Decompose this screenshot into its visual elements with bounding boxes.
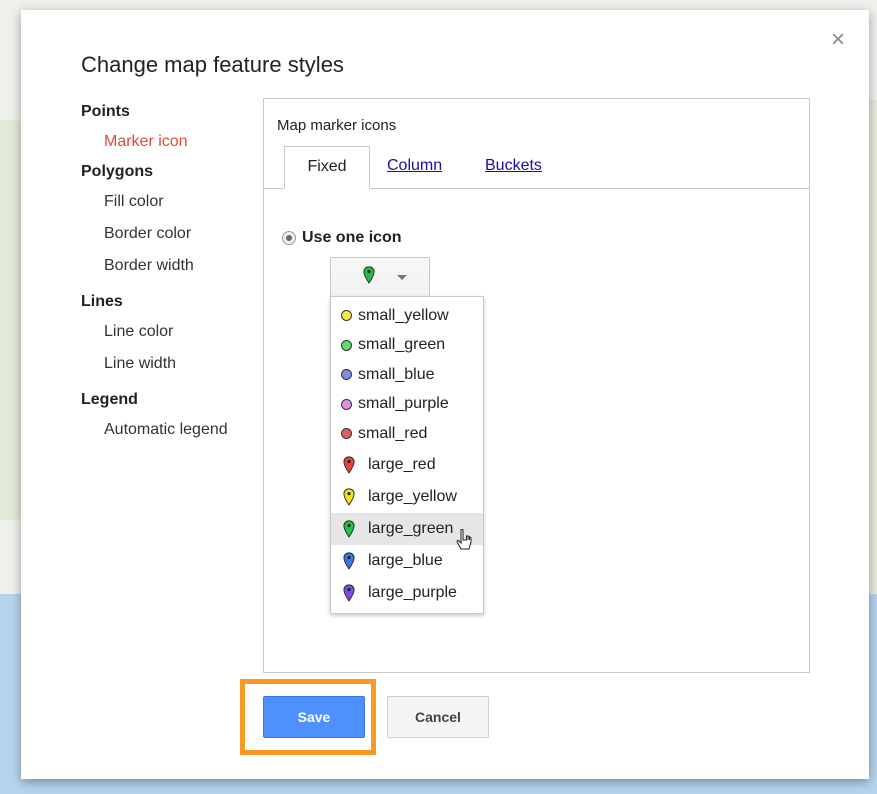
save-button[interactable]: Save — [263, 696, 365, 738]
map-pin-icon — [341, 519, 357, 538]
icon-option-label: small_blue — [358, 365, 435, 383]
marker-icon-select[interactable] — [330, 257, 430, 297]
small-dot-icon — [341, 398, 352, 410]
nav-item-marker-icon[interactable]: Marker icon — [81, 126, 261, 158]
map-pin-icon — [341, 455, 357, 474]
icon-option-small-purple[interactable]: small_purple — [331, 390, 483, 420]
map-pin-icon — [341, 583, 357, 602]
map-pin-icon — [341, 551, 357, 570]
icon-option-large-purple[interactable]: large_purple — [331, 577, 483, 609]
marker-icons-panel: Map marker icons Fixed Column Buckets Us… — [263, 98, 810, 673]
cancel-button[interactable]: Cancel — [387, 696, 489, 738]
icon-option-label: large_yellow — [368, 487, 457, 505]
tab-buckets[interactable]: Buckets — [485, 146, 542, 188]
nav-item-border-width[interactable]: Border width — [81, 250, 261, 282]
small-dot-icon — [341, 369, 352, 381]
mouse-cursor-icon — [456, 529, 472, 550]
icon-option-large-red[interactable]: large_red — [331, 449, 483, 481]
nav-group-points: Points — [81, 103, 130, 120]
icon-option-small-green[interactable]: small_green — [331, 331, 483, 361]
style-category-nav: Points Marker icon Polygons Fill color B… — [81, 98, 261, 446]
map-pin-icon — [341, 487, 357, 506]
panel-heading: Map marker icons — [277, 117, 397, 134]
icon-option-label: small_purple — [358, 395, 449, 413]
marker-icon-dropdown: small_yellow small_green small_blue small_p… — [330, 296, 484, 614]
use-one-icon-radio[interactable] — [282, 231, 296, 245]
small-dot-icon — [341, 310, 352, 322]
selected-pin-icon — [363, 265, 375, 289]
nav-item-line-width[interactable]: Line width — [81, 348, 261, 380]
use-one-icon-option[interactable]: Use one icon — [282, 229, 402, 247]
icon-option-label: large_purple — [368, 583, 457, 601]
nav-item-border-color[interactable]: Border color — [81, 218, 261, 250]
nav-item-automatic-legend[interactable]: Automatic legend — [81, 414, 261, 446]
dialog-title: Change map feature styles — [81, 52, 344, 77]
small-dot-icon — [341, 428, 352, 440]
close-icon[interactable]: × — [831, 28, 845, 52]
icon-option-label: large_green — [368, 519, 454, 537]
tab-column[interactable]: Column — [387, 146, 442, 188]
icon-option-small-red[interactable]: small_red — [331, 419, 483, 449]
icon-option-label: large_blue — [368, 551, 443, 569]
change-map-feature-styles-dialog: × Change map feature styles Points Marke… — [21, 10, 869, 779]
icon-option-label: small_green — [358, 336, 446, 354]
nav-item-fill-color[interactable]: Fill color — [81, 186, 261, 218]
tab-bar: Fixed Column Buckets — [264, 146, 809, 189]
icon-option-label: small_yellow — [358, 306, 449, 324]
tab-fixed[interactable]: Fixed — [284, 146, 370, 189]
icon-option-small-blue[interactable]: small_blue — [331, 360, 483, 390]
icon-option-small-yellow[interactable]: small_yellow — [331, 301, 483, 331]
nav-group-legend: Legend — [81, 391, 138, 408]
nav-group-lines: Lines — [81, 293, 123, 310]
nav-item-line-color[interactable]: Line color — [81, 316, 261, 348]
use-one-icon-label: Use one icon — [302, 229, 402, 246]
chevron-down-icon — [397, 274, 407, 280]
icon-option-label: small_red — [358, 424, 428, 442]
small-dot-icon — [341, 339, 352, 351]
icon-option-large-yellow[interactable]: large_yellow — [331, 481, 483, 513]
nav-group-polygons: Polygons — [81, 163, 154, 180]
icon-option-label: large_red — [368, 455, 436, 473]
